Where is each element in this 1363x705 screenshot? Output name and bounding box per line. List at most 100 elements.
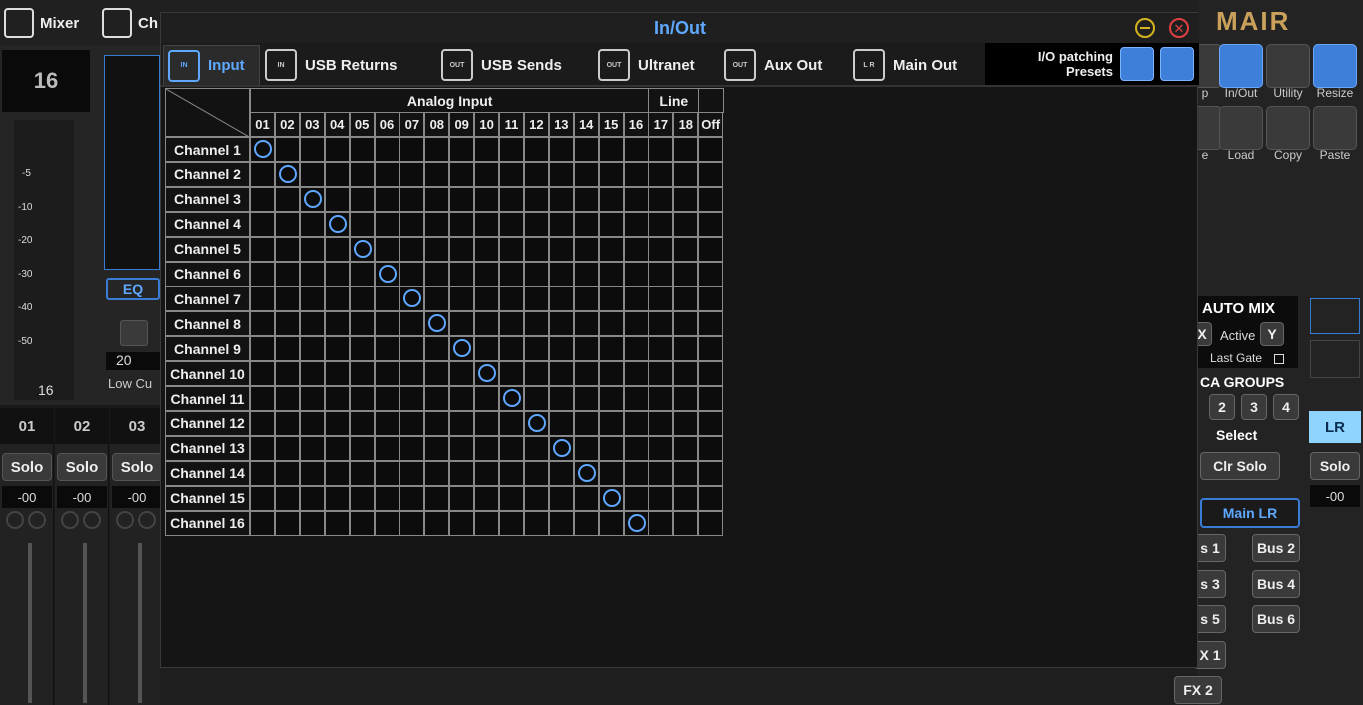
routing-cell[interactable] (399, 261, 425, 287)
routing-cell[interactable] (349, 211, 375, 237)
routing-cell[interactable] (523, 161, 549, 187)
routing-cell[interactable] (324, 161, 350, 187)
routing-cell[interactable] (598, 311, 624, 337)
routing-cell[interactable] (399, 485, 425, 511)
routing-cell[interactable] (274, 137, 300, 162)
routing-cell[interactable] (250, 261, 275, 287)
routing-cell[interactable] (274, 161, 300, 187)
routing-cell[interactable] (499, 336, 524, 362)
routing-cell[interactable] (499, 161, 524, 187)
routing-cell[interactable] (299, 261, 325, 287)
routing-cell[interactable] (648, 161, 674, 187)
routing-cell[interactable] (250, 510, 275, 536)
routing-cell[interactable] (424, 361, 450, 387)
routing-cell[interactable] (449, 211, 475, 237)
routing-cell[interactable] (623, 311, 649, 337)
eq-graph[interactable] (104, 55, 160, 270)
routing-cell[interactable] (548, 386, 574, 411)
routing-cell[interactable] (324, 336, 350, 362)
routing-cell[interactable] (573, 386, 599, 411)
routing-cell[interactable] (424, 435, 450, 461)
routing-cell[interactable] (523, 410, 549, 436)
routing-cell[interactable] (274, 510, 300, 536)
lr-channel-label[interactable]: LR (1309, 411, 1361, 443)
routing-cell[interactable] (399, 236, 425, 262)
routing-cell[interactable] (449, 186, 475, 212)
routing-cell[interactable] (648, 510, 674, 536)
routing-cell[interactable] (523, 286, 549, 312)
routing-cell[interactable] (548, 361, 574, 387)
routing-cell[interactable] (324, 137, 350, 162)
solo-button[interactable]: Solo (112, 453, 162, 481)
routing-cell[interactable] (299, 460, 325, 486)
routing-cell[interactable] (673, 311, 699, 337)
routing-cell[interactable] (424, 336, 450, 362)
dca-button[interactable]: 2 (1209, 394, 1235, 420)
routing-cell[interactable] (573, 485, 599, 511)
lr-solo-button[interactable]: Solo (1310, 452, 1360, 480)
routing-cell[interactable] (648, 410, 674, 436)
routing-cell[interactable] (573, 137, 599, 162)
routing-cell[interactable] (374, 435, 400, 461)
routing-cell[interactable] (474, 261, 500, 287)
routing-cell[interactable] (474, 186, 500, 212)
routing-cell[interactable] (250, 311, 275, 337)
routing-cell[interactable] (598, 286, 624, 312)
routing-cell[interactable] (598, 336, 624, 362)
routing-cell[interactable] (499, 311, 524, 337)
routing-cell[interactable] (598, 137, 624, 162)
routing-cell[interactable] (474, 485, 500, 511)
routing-cell[interactable] (474, 361, 500, 387)
routing-cell[interactable] (299, 161, 325, 187)
routing-cell[interactable] (698, 435, 724, 461)
routing-cell[interactable] (424, 286, 450, 312)
routing-cell[interactable] (374, 211, 400, 237)
routing-cell[interactable] (349, 236, 375, 262)
routing-cell[interactable] (474, 311, 500, 337)
gain-knob[interactable] (138, 511, 156, 529)
dca-button[interactable]: 3 (1241, 394, 1267, 420)
routing-cell[interactable] (324, 186, 350, 212)
routing-cell[interactable] (698, 410, 724, 436)
routing-cell[interactable] (598, 386, 624, 411)
routing-cell[interactable] (698, 286, 724, 312)
routing-cell[interactable] (399, 161, 425, 187)
routing-cell[interactable] (598, 261, 624, 287)
solo-button[interactable]: Solo (57, 453, 107, 481)
routing-cell[interactable] (623, 485, 649, 511)
fader[interactable] (83, 543, 87, 703)
routing-cell[interactable] (274, 485, 300, 511)
routing-cell[interactable] (523, 236, 549, 262)
routing-cell[interactable] (499, 186, 524, 212)
routing-cell[interactable] (449, 137, 475, 162)
folder-icon[interactable] (1219, 106, 1263, 150)
routing-cell[interactable] (299, 361, 325, 387)
routing-cell[interactable] (499, 361, 524, 387)
routing-cell[interactable] (598, 460, 624, 486)
routing-cell[interactable] (623, 435, 649, 461)
routing-cell[interactable] (274, 386, 300, 411)
routing-cell[interactable] (474, 510, 500, 536)
routing-cell[interactable] (573, 311, 599, 337)
routing-cell[interactable] (374, 286, 400, 312)
routing-cell[interactable] (499, 211, 524, 237)
routing-cell[interactable] (424, 236, 450, 262)
routing-cell[interactable] (349, 510, 375, 536)
routing-cell[interactable] (573, 460, 599, 486)
routing-cell[interactable] (250, 336, 275, 362)
routing-cell[interactable] (698, 161, 724, 187)
gain-knob[interactable] (83, 511, 101, 529)
routing-cell[interactable] (673, 460, 699, 486)
routing-cell[interactable] (673, 236, 699, 262)
solo-button[interactable]: Solo (2, 453, 52, 481)
routing-cell[interactable] (324, 460, 350, 486)
routing-cell[interactable] (250, 161, 275, 187)
routing-cell[interactable] (598, 236, 624, 262)
routing-cell[interactable] (449, 386, 475, 411)
routing-cell[interactable] (648, 311, 674, 337)
routing-cell[interactable] (523, 386, 549, 411)
routing-cell[interactable] (598, 410, 624, 436)
routing-cell[interactable] (274, 211, 300, 237)
fader[interactable] (138, 543, 142, 703)
routing-cell[interactable] (324, 361, 350, 387)
